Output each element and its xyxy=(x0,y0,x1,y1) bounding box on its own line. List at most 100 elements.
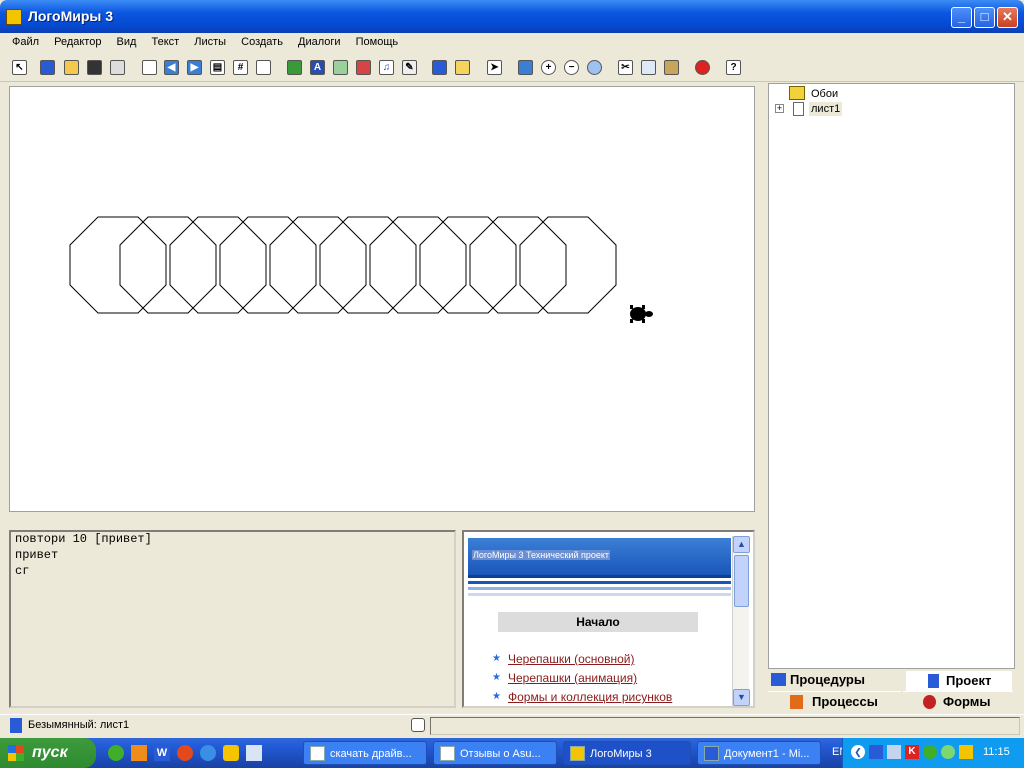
command-center[interactable]: повтори 10 [привет] привет сг xyxy=(9,530,456,708)
music-note-icon[interactable]: ♫ xyxy=(376,57,397,78)
clock: 11:15 xyxy=(983,746,1010,758)
zoom-in-icon[interactable]: + xyxy=(538,57,559,78)
help-link-turtles-basic[interactable]: Черепашки (основной) xyxy=(508,652,634,666)
task-button-logomiry[interactable]: ЛогоМиры 3 xyxy=(563,741,691,765)
frame-icon[interactable] xyxy=(253,57,274,78)
zoom-out-icon[interactable]: − xyxy=(561,57,582,78)
help-pane[interactable]: ЛогоМиры 3 Технический проект Начало ★ Ч… xyxy=(462,530,755,708)
command-line[interactable]: повтори 10 [привет] xyxy=(11,532,454,548)
scroll-up-icon[interactable]: ▲ xyxy=(733,536,750,553)
paste-icon[interactable] xyxy=(661,57,682,78)
help-icon[interactable]: ? xyxy=(723,57,744,78)
quicklaunch-media-icon[interactable] xyxy=(223,745,239,761)
task-button-download[interactable]: скачать драйв... xyxy=(303,741,427,765)
command-line[interactable]: привет xyxy=(11,548,454,564)
maximize-button[interactable]: □ xyxy=(974,7,995,28)
app-status-icon xyxy=(10,718,22,733)
turtle-drawing xyxy=(69,216,617,314)
tray-green-icon[interactable] xyxy=(923,745,937,759)
tray-display-icon[interactable] xyxy=(887,745,901,759)
menu-editor[interactable]: Редактор xyxy=(48,33,107,53)
paint-icon[interactable]: ✎ xyxy=(399,57,420,78)
tab-shapes[interactable]: Формы xyxy=(903,691,1013,711)
start-button[interactable]: пуск xyxy=(0,738,96,768)
page-view-icon[interactable]: ▤ xyxy=(207,57,228,78)
tree-expand-icon[interactable]: + xyxy=(775,104,784,113)
new-page-icon[interactable] xyxy=(139,57,160,78)
menu-file[interactable]: Файл xyxy=(6,33,45,53)
tray-update-icon[interactable] xyxy=(941,745,955,759)
print-icon[interactable] xyxy=(107,57,128,78)
clipboard-icon[interactable] xyxy=(429,57,450,78)
turtle-icon[interactable] xyxy=(626,303,654,325)
command-line[interactable]: сг xyxy=(11,564,454,580)
menu-view[interactable]: Вид xyxy=(111,33,143,53)
toolbar: ↖ ◀ ▶ ▤ # A ♫ ✎ ➤ + − ✂ ? xyxy=(0,54,1024,82)
minimize-button[interactable]: _ xyxy=(951,7,972,28)
tree-item-page1[interactable]: лист1 xyxy=(809,102,843,116)
tab-label: Процессы xyxy=(812,694,878,709)
help-scrollbar[interactable]: ▲ ▼ xyxy=(732,536,750,706)
text-box-icon[interactable]: A xyxy=(307,57,328,78)
tab-project[interactable]: Проект xyxy=(906,671,1012,691)
banner-stripe xyxy=(468,593,731,596)
windows-logo-icon xyxy=(8,745,24,761)
pane-splitter[interactable] xyxy=(9,512,755,526)
tray-expand-icon[interactable]: ❮ xyxy=(851,745,865,759)
forward-arrow-icon[interactable]: ▶ xyxy=(184,57,205,78)
grid-icon[interactable]: # xyxy=(230,57,251,78)
pencil-icon[interactable] xyxy=(452,57,473,78)
tray-network-icon[interactable] xyxy=(869,745,883,759)
task-label: Документ1 - Mi... xyxy=(724,748,810,760)
quicklaunch-ie-icon[interactable] xyxy=(200,745,216,761)
quicklaunch-globe-icon[interactable] xyxy=(108,745,124,761)
project-tree-pane[interactable]: Обои + лист1 xyxy=(768,83,1015,669)
task-label: Отзывы о Asu... xyxy=(460,748,541,760)
logo-icon[interactable] xyxy=(37,57,58,78)
task-label: ЛогоМиры 3 xyxy=(590,748,652,760)
close-button[interactable]: ✕ xyxy=(997,7,1018,28)
tab-procedures[interactable]: Процедуры xyxy=(768,670,904,690)
menu-text[interactable]: Текст xyxy=(146,33,186,53)
app-icon[interactable] xyxy=(6,9,22,25)
menu-pages[interactable]: Листы xyxy=(188,33,232,53)
slider-icon[interactable] xyxy=(353,57,374,78)
tree-item-wallpaper[interactable]: Обои xyxy=(811,88,838,100)
help-link-shapes[interactable]: Формы и коллекция рисунков xyxy=(508,690,672,704)
task-button-document[interactable]: Документ1 - Mi... xyxy=(697,741,821,765)
button-icon[interactable] xyxy=(330,57,351,78)
scroll-thumb[interactable] xyxy=(734,555,749,607)
quicklaunch-browser-icon[interactable] xyxy=(177,745,193,761)
task-label: скачать драйв... xyxy=(330,748,412,760)
menu-dialogs[interactable]: Диалоги xyxy=(292,33,347,53)
task-button-reviews[interactable]: Отзывы о Asu... xyxy=(433,741,557,765)
open-folder-icon[interactable] xyxy=(61,57,82,78)
copy-icon[interactable] xyxy=(638,57,659,78)
octagon-shape xyxy=(69,216,167,314)
stamp-icon[interactable] xyxy=(515,57,536,78)
stop-icon[interactable] xyxy=(692,57,713,78)
tab-processes[interactable]: Процессы xyxy=(768,691,901,711)
drawing-canvas[interactable] xyxy=(9,86,755,512)
tray-app-icon[interactable] xyxy=(959,745,973,759)
tray-antivirus-icon[interactable]: K xyxy=(905,745,919,759)
arrow-cursor-icon[interactable]: ➤ xyxy=(484,57,505,78)
menu-create[interactable]: Создать xyxy=(235,33,289,53)
scroll-down-icon[interactable]: ▼ xyxy=(733,689,750,706)
quicklaunch-rss-icon[interactable] xyxy=(131,745,147,761)
speech-bubble-icon[interactable] xyxy=(411,718,425,732)
back-arrow-icon[interactable]: ◀ xyxy=(161,57,182,78)
help-link-turtles-animation[interactable]: Черепашки (анимация) xyxy=(508,671,637,685)
turtle-icon[interactable] xyxy=(284,57,305,78)
octagon-shape xyxy=(419,216,517,314)
eye-icon[interactable] xyxy=(584,57,605,78)
banner-stripe xyxy=(468,581,731,584)
title-bar[interactable]: ЛогоМиры 3 _ □ ✕ xyxy=(0,0,1024,33)
menu-help[interactable]: Помощь xyxy=(350,33,405,53)
save-icon[interactable] xyxy=(84,57,105,78)
scissors-icon[interactable]: ✂ xyxy=(615,57,636,78)
pointer-icon[interactable]: ↖ xyxy=(9,57,30,78)
quicklaunch-app-icon[interactable] xyxy=(246,745,262,761)
quicklaunch-word-icon[interactable]: W xyxy=(154,745,170,761)
tab-label: Формы xyxy=(943,694,991,709)
